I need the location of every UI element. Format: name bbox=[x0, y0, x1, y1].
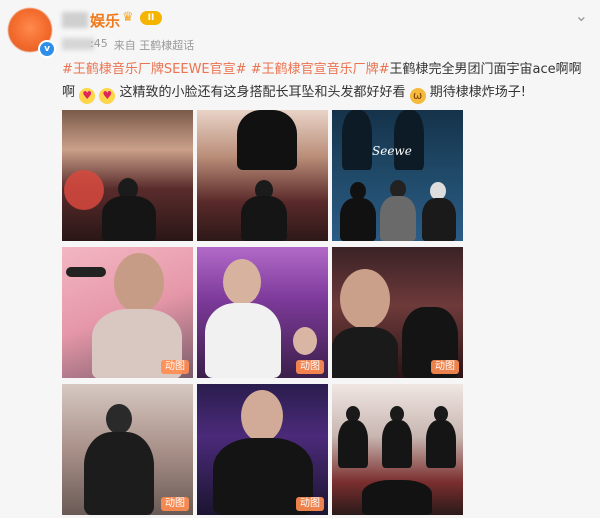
person-silhouette bbox=[362, 480, 432, 515]
person-silhouette bbox=[426, 420, 456, 468]
person-silhouette bbox=[84, 432, 154, 515]
person-silhouette bbox=[342, 110, 372, 170]
hashtag-link[interactable]: #王鹤棣音乐厂牌SEEWE官宣# bbox=[62, 62, 247, 77]
person-silhouette bbox=[102, 196, 156, 241]
username-blurred bbox=[62, 12, 88, 28]
gif-badge: 动图 bbox=[161, 360, 189, 374]
excited-emoji-icon: ω bbox=[409, 88, 426, 104]
person-silhouette bbox=[422, 198, 456, 241]
gif-badge: 动图 bbox=[296, 497, 324, 511]
heart-eyes-emoji-icon: ♥ bbox=[99, 88, 116, 104]
person-silhouette bbox=[241, 390, 283, 442]
hashtag-link[interactable]: #王鹤棣官宣音乐厂牌# bbox=[251, 62, 390, 77]
post-text: 这精致的小脸还有这身搭配长耳坠和头发都好好看 bbox=[119, 85, 406, 100]
person-silhouette bbox=[338, 420, 368, 468]
heart-eyes-emoji-icon: ♥ bbox=[79, 88, 96, 104]
person-silhouette bbox=[382, 420, 412, 468]
chevron-down-icon[interactable]: ⌄ bbox=[575, 6, 588, 25]
stage-disc bbox=[64, 170, 104, 210]
gif-badge: 动图 bbox=[161, 497, 189, 511]
post-text: 期待棣棣炸场子! bbox=[429, 85, 526, 100]
post-image[interactable] bbox=[197, 110, 328, 241]
person-silhouette bbox=[237, 110, 297, 170]
person-silhouette bbox=[332, 327, 398, 378]
verified-icon: v bbox=[38, 40, 56, 58]
microphone bbox=[66, 267, 106, 277]
post-time: :45 bbox=[90, 37, 108, 50]
gif-badge: 动图 bbox=[296, 360, 324, 374]
label-text: Seewe bbox=[372, 144, 412, 158]
weibo-post-card: v 娱乐 ♛ II ⌄ :45 来自 王鹤棣超话 #王鹤棣音乐厂牌SEEWE官宣… bbox=[0, 0, 600, 518]
image-grid: Seewe 动图 动图 动图 动图 动图 bbox=[62, 110, 463, 515]
person-silhouette bbox=[340, 269, 390, 329]
person-silhouette bbox=[205, 303, 281, 378]
post-image[interactable]: 动图 bbox=[197, 247, 328, 378]
person-silhouette bbox=[241, 196, 287, 241]
post-content: #王鹤棣音乐厂牌SEEWE官宣# #王鹤棣官宣音乐厂牌#王鹤棣完全男团门面宇宙a… bbox=[62, 58, 582, 104]
person-silhouette bbox=[293, 327, 317, 355]
post-image[interactable] bbox=[62, 110, 193, 241]
post-image[interactable] bbox=[332, 384, 463, 515]
username[interactable]: 娱乐 bbox=[90, 10, 120, 31]
post-image[interactable]: 动图 bbox=[62, 384, 193, 515]
person-silhouette bbox=[223, 259, 261, 305]
person-silhouette bbox=[340, 198, 376, 241]
level-badge: II bbox=[140, 11, 162, 25]
post-source[interactable]: 来自 王鹤棣超话 bbox=[114, 37, 195, 53]
person-silhouette bbox=[114, 253, 164, 313]
post-image[interactable]: 动图 bbox=[197, 384, 328, 515]
member-badge[interactable]: ♛ II bbox=[122, 11, 162, 25]
post-meta: :45 来自 王鹤棣超话 bbox=[90, 37, 194, 53]
post-image[interactable]: Seewe bbox=[332, 110, 463, 241]
post-image[interactable]: 动图 bbox=[62, 247, 193, 378]
crown-icon: ♛ bbox=[122, 10, 134, 25]
gif-badge: 动图 bbox=[431, 360, 459, 374]
post-image[interactable]: 动图 bbox=[332, 247, 463, 378]
person-silhouette bbox=[380, 196, 416, 241]
person-silhouette bbox=[106, 404, 132, 434]
person-silhouette bbox=[394, 110, 424, 170]
